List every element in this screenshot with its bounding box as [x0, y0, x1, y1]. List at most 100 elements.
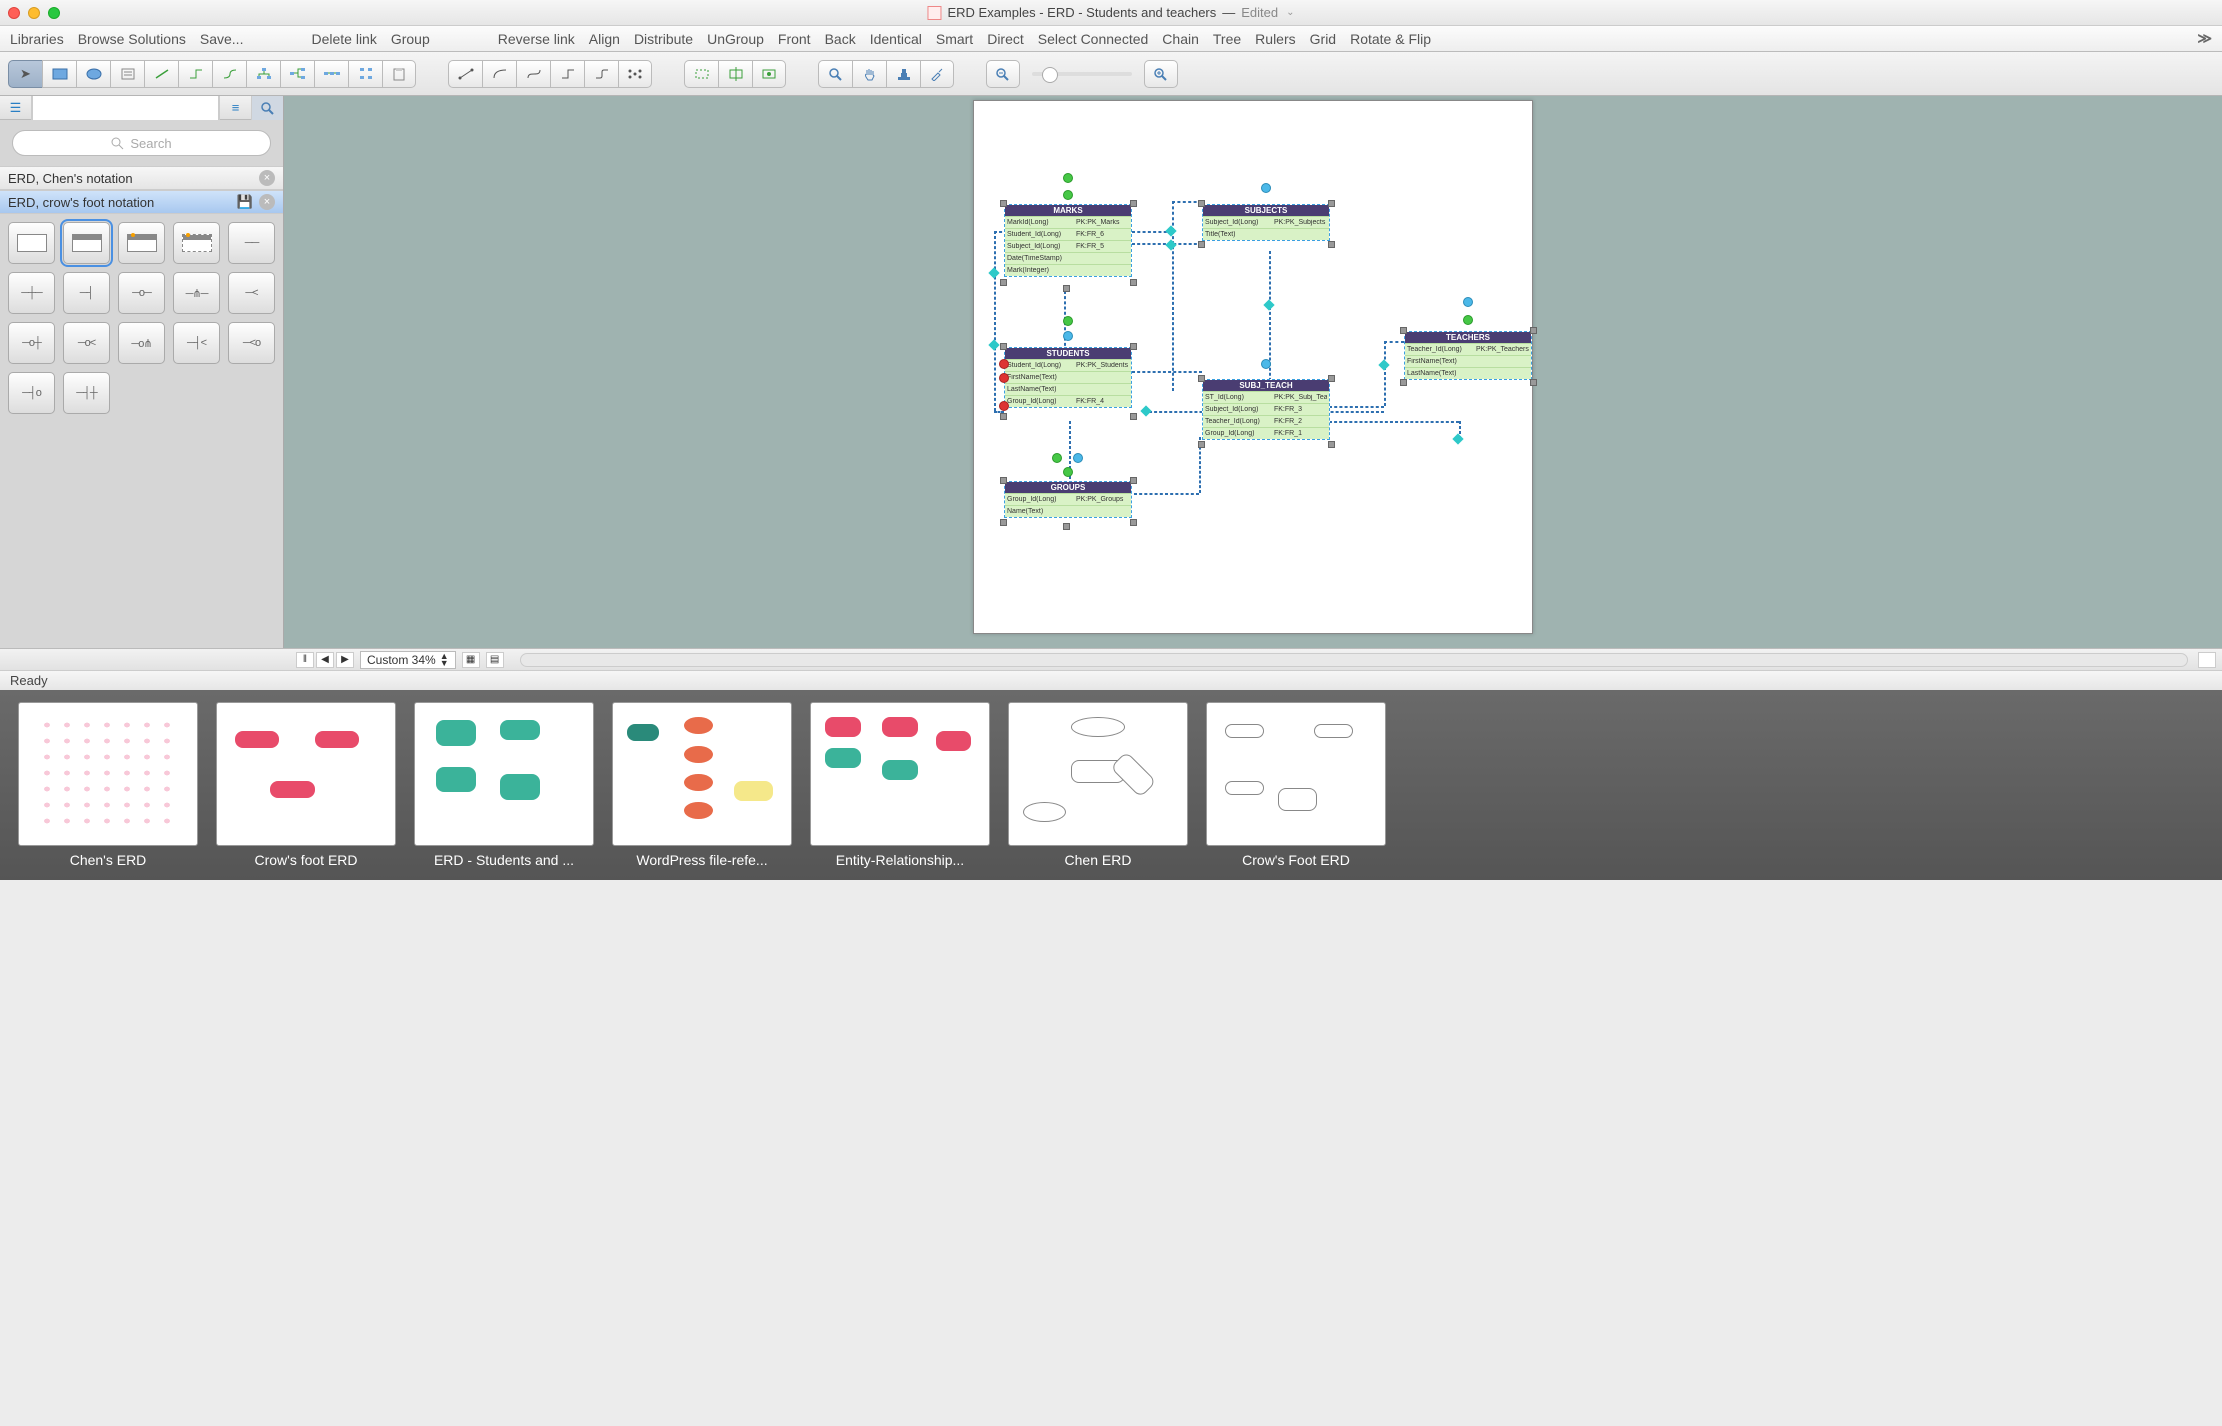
- menu-group[interactable]: Group: [391, 31, 430, 47]
- close-icon[interactable]: ×: [259, 194, 275, 210]
- snap-1[interactable]: [684, 60, 718, 88]
- menu-rotate-flip[interactable]: Rotate & Flip: [1350, 31, 1431, 47]
- conn-arc[interactable]: [482, 60, 516, 88]
- connector-handle[interactable]: [1165, 225, 1176, 236]
- menu-overflow-icon[interactable]: ≫: [2197, 30, 2212, 47]
- close-icon[interactable]: ×: [259, 170, 275, 186]
- resize-handle[interactable]: [1000, 200, 1007, 207]
- resize-handle[interactable]: [1130, 477, 1137, 484]
- menu-delete-link[interactable]: Delete link: [311, 31, 376, 47]
- handle-icon[interactable]: [1063, 331, 1073, 341]
- panel-toggle-icon[interactable]: ☰: [0, 96, 32, 120]
- thumb-crows-foot-erd[interactable]: Crow's foot ERD: [216, 702, 396, 868]
- zoom-window-icon[interactable]: [48, 7, 60, 19]
- chain-tool-2[interactable]: [348, 60, 382, 88]
- resize-handle[interactable]: [1198, 241, 1205, 248]
- menu-ungroup[interactable]: UnGroup: [707, 31, 764, 47]
- zoom-select[interactable]: Custom 34% ▲▼: [360, 651, 456, 669]
- menu-grid[interactable]: Grid: [1310, 31, 1336, 47]
- menu-browse-solutions[interactable]: Browse Solutions: [78, 31, 186, 47]
- menu-reverse-link[interactable]: Reverse link: [498, 31, 575, 47]
- resize-handle[interactable]: [1000, 279, 1007, 286]
- search-library-icon[interactable]: [251, 96, 283, 120]
- thumb-crows-foot-erd-2[interactable]: Crow's Foot ERD: [1206, 702, 1386, 868]
- handle-icon[interactable]: [1261, 359, 1271, 369]
- resize-handle[interactable]: [1328, 375, 1335, 382]
- canvas[interactable]: MARKS MarkId(Long)PK:PK_Marks Student_Id…: [284, 96, 2222, 648]
- resize-handle[interactable]: [1130, 519, 1137, 526]
- handle-icon[interactable]: [1063, 467, 1073, 477]
- conn-round[interactable]: [584, 60, 618, 88]
- resize-handle[interactable]: [1328, 441, 1335, 448]
- entity-subj-teach[interactable]: SUBJ_TEACH ST_Id(Long)PK:PK_Subj_Teach S…: [1202, 379, 1330, 440]
- resize-handle[interactable]: [1063, 523, 1070, 530]
- shape-rel-3[interactable]: ─o─: [118, 272, 165, 314]
- menu-direct[interactable]: Direct: [987, 31, 1024, 47]
- handle-icon[interactable]: [999, 373, 1009, 383]
- handle-icon[interactable]: [1463, 315, 1473, 325]
- prev-page-icon[interactable]: ◀: [316, 652, 334, 668]
- clipboard-tool[interactable]: [382, 60, 416, 88]
- thumb-chen-erd[interactable]: Chen's ERD: [18, 702, 198, 868]
- handle-icon[interactable]: [1052, 453, 1062, 463]
- page[interactable]: MARKS MarkId(Long)PK:PK_Marks Student_Id…: [973, 100, 1533, 634]
- entity-groups[interactable]: GROUPS Group_Id(Long)PK:PK_Groups Name(T…: [1004, 481, 1132, 518]
- grid-b-icon[interactable]: ▤: [486, 652, 504, 668]
- resize-handle[interactable]: [1000, 343, 1007, 350]
- resize-handle[interactable]: [1130, 200, 1137, 207]
- thumb-chen-erd-2[interactable]: Chen ERD: [1008, 702, 1188, 868]
- resize-handle[interactable]: [1198, 200, 1205, 207]
- shape-rel-12[interactable]: ─┤┼: [63, 372, 110, 414]
- resize-handle[interactable]: [1000, 477, 1007, 484]
- thumb-students-teachers[interactable]: ERD - Students and ...: [414, 702, 594, 868]
- entity-marks[interactable]: MARKS MarkId(Long)PK:PK_Marks Student_Id…: [1004, 204, 1132, 277]
- shape-rel-5[interactable]: ─<: [228, 272, 275, 314]
- handle-icon[interactable]: [1063, 190, 1073, 200]
- chain-tool-1[interactable]: [314, 60, 348, 88]
- resize-handle[interactable]: [1198, 441, 1205, 448]
- snap-3[interactable]: [752, 60, 786, 88]
- shape-rel-2[interactable]: ─┤: [63, 272, 110, 314]
- menu-save[interactable]: Save...: [200, 31, 244, 47]
- menu-identical[interactable]: Identical: [870, 31, 922, 47]
- connector-tool-1[interactable]: [178, 60, 212, 88]
- shape-rel-8[interactable]: ─o⋔: [118, 322, 165, 364]
- menu-tree[interactable]: Tree: [1213, 31, 1241, 47]
- connector-handle[interactable]: [988, 339, 999, 350]
- resize-handle[interactable]: [1400, 379, 1407, 386]
- shape-entity-header[interactable]: [63, 222, 110, 264]
- tree-tool-1[interactable]: [246, 60, 280, 88]
- rect-tool[interactable]: [42, 60, 76, 88]
- resize-handle[interactable]: [1328, 241, 1335, 248]
- resize-handle[interactable]: [1530, 327, 1537, 334]
- pan-tool[interactable]: [852, 60, 886, 88]
- zoom-out-button[interactable]: [986, 60, 1020, 88]
- thumb-wordpress[interactable]: WordPress file-refe...: [612, 702, 792, 868]
- connector-tool-2[interactable]: [212, 60, 246, 88]
- shape-rel-7[interactable]: ─o<: [63, 322, 110, 364]
- resize-handle[interactable]: [1198, 375, 1205, 382]
- conn-multi[interactable]: [618, 60, 652, 88]
- handle-icon[interactable]: [1073, 453, 1083, 463]
- shape-rel-0[interactable]: ──: [228, 222, 275, 264]
- handle-icon[interactable]: [1063, 316, 1073, 326]
- resize-handle[interactable]: [1530, 379, 1537, 386]
- zoom-tool[interactable]: [818, 60, 852, 88]
- menu-back[interactable]: Back: [825, 31, 856, 47]
- menu-chain[interactable]: Chain: [1162, 31, 1199, 47]
- handle-icon[interactable]: [1261, 183, 1271, 193]
- resize-handle[interactable]: [1400, 327, 1407, 334]
- conn-bezier[interactable]: [516, 60, 550, 88]
- handle-icon[interactable]: [999, 359, 1009, 369]
- next-page-icon[interactable]: ▶: [336, 652, 354, 668]
- menu-align[interactable]: Align: [589, 31, 620, 47]
- resize-handle[interactable]: [1130, 413, 1137, 420]
- entity-subjects[interactable]: SUBJECTS Subject_Id(Long)PK:PK_Subjects …: [1202, 204, 1330, 241]
- library-header-chen[interactable]: ERD, Chen's notation ×: [0, 166, 283, 190]
- minimize-window-icon[interactable]: [28, 7, 40, 19]
- list-view-icon[interactable]: ≡: [219, 96, 251, 120]
- shape-rel-11[interactable]: ─┤o: [8, 372, 55, 414]
- shape-rel-10[interactable]: ─<o: [228, 322, 275, 364]
- shape-rel-4[interactable]: ─⋔─: [173, 272, 220, 314]
- ellipse-tool[interactable]: [76, 60, 110, 88]
